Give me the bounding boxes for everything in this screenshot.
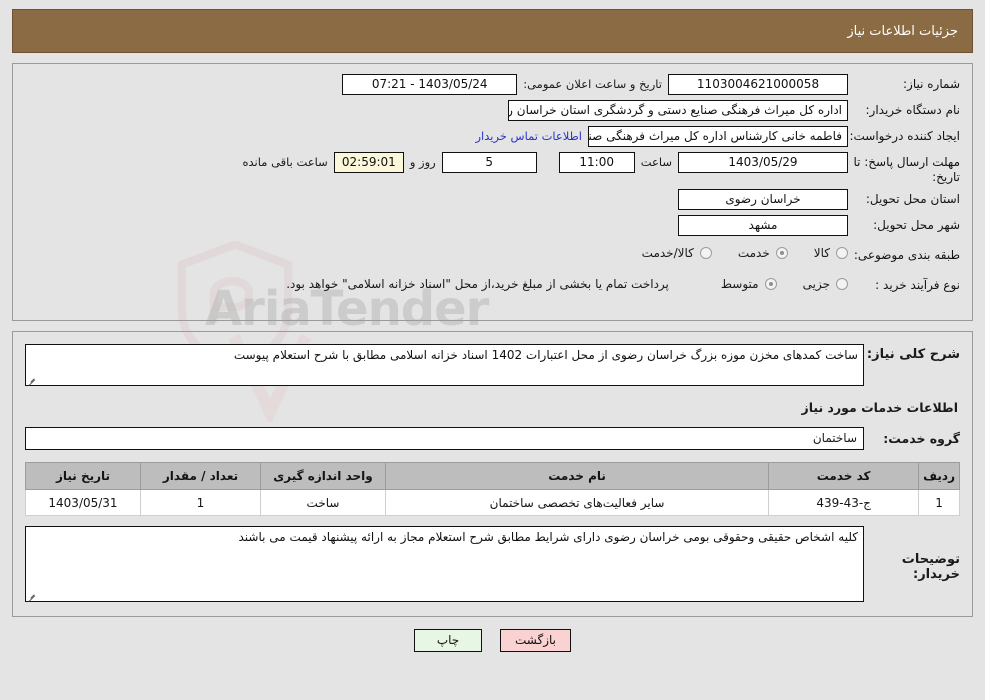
category-option-khedmat-label: خدمت — [737, 246, 770, 260]
category-option-khedmat[interactable]: خدمت — [738, 246, 788, 260]
buyer-org-value: اداره کل میراث فرهنگی صنایع دستی و گردشگ… — [508, 100, 848, 121]
deadline-time-value: 11:00 — [558, 152, 635, 173]
purchase-type-label: نوع فرآیند خرید : — [875, 278, 960, 292]
services-table: ردیف کد خدمت نام خدمت واحد اندازه گیری ت… — [25, 462, 960, 516]
radio-jozi-icon[interactable] — [836, 277, 848, 290]
category-row: طبقه بندی موضوعی: کالا خدمت کالا/خدمت — [25, 245, 960, 267]
need-number-label: شماره نیاز: — [903, 77, 960, 91]
table-row: 1 ج-43-439 سایر فعالیت‌های تخصصی ساختمان… — [25, 489, 960, 516]
buyer-org-row: نام دستگاه خریدار: اداره کل میراث فرهنگی… — [25, 100, 960, 122]
category-radio-group: کالا خدمت کالا/خدمت — [616, 245, 848, 260]
general-desc-label: شرح کلی نیاز: — [866, 347, 960, 362]
buyer-org-label: نام دستگاه خریدار: — [865, 103, 961, 117]
category-option-kala-label: کالا — [813, 246, 830, 260]
buyer-contact-link[interactable]: اطلاعات تماس خریدار — [469, 126, 588, 143]
details-panel: شرح کلی نیاز: ساخت کمدهای مخزن موزه بزرگ… — [12, 331, 973, 617]
province-row: استان محل تحویل: خراسان رضوی — [25, 189, 960, 211]
buyer-notes-value: کلیه اشخاص حقیقی وحقوقی بومی خراسان رضوی… — [25, 526, 864, 602]
th-service-code: کد خدمت — [768, 462, 920, 490]
service-group-row: گروه خدمت: ساختمان — [25, 427, 960, 450]
buyer-notes-row: توضیحات خریدار: کلیه اشخاص حقیقی وحقوقی … — [25, 526, 960, 602]
category-option-kala[interactable]: کالا — [814, 246, 848, 260]
need-number-value: 1103004621000058 — [668, 74, 848, 95]
city-value: مشهد — [678, 215, 848, 236]
purchase-option-motevaset-label: متوسط — [720, 276, 759, 291]
cell-service-code: ج-43-439 — [768, 489, 920, 516]
th-radif: ردیف — [918, 462, 960, 490]
deadline-label: مهلت ارسال پاسخ: تا تاریخ: — [853, 155, 960, 184]
province-label: استان محل تحویل: — [865, 192, 960, 206]
city-row: شهر محل تحویل: مشهد — [25, 215, 960, 237]
general-desc-value: ساخت کمدهای مخزن موزه بزرگ خراسان رضوی ا… — [25, 344, 864, 386]
days-remaining-value: 5 — [441, 152, 537, 173]
buyer-notes-wrap: کلیه اشخاص حقیقی وحقوقی بومی خراسان رضوی… — [25, 526, 864, 602]
cell-quantity: 1 — [140, 489, 261, 516]
footer-actions: بازگشت چاپ — [0, 629, 985, 652]
announce-datetime-value: 1403/05/24 - 07:21 — [342, 74, 518, 95]
deadline-row: مهلت ارسال پاسخ: تا تاریخ: 1403/05/29 سا… — [25, 152, 960, 185]
back-button[interactable]: بازگشت — [500, 629, 571, 652]
th-need-date: تاریخ نیاز — [25, 462, 141, 490]
page-root: جزئیات اطلاعات نیاز شماره نیاز: 11030046… — [0, 9, 985, 652]
buyer-notes-label: توضیحات خریدار: — [901, 552, 960, 582]
radio-kala-icon[interactable] — [836, 247, 848, 259]
th-quantity: تعداد / مقدار — [140, 462, 261, 490]
page-title: جزئیات اطلاعات نیاز — [847, 23, 958, 39]
requester-label: ایجاد کننده درخواست: — [849, 129, 960, 143]
requester-value: فاطمه خانی کارشناس اداره کل میراث فرهنگی… — [588, 126, 848, 147]
category-option-kala-khedmat[interactable]: کالا/خدمت — [642, 246, 712, 260]
services-heading: اطلاعات خدمات مورد نیاز — [801, 400, 959, 415]
purchase-option-jozi[interactable]: جزیی — [803, 277, 848, 291]
cell-unit: ساخت — [260, 489, 386, 516]
radio-khedmat-icon[interactable] — [775, 247, 788, 259]
service-group-label: گروه خدمت: — [883, 431, 960, 446]
general-desc-row: شرح کلی نیاز: ساخت کمدهای مخزن موزه بزرگ… — [25, 344, 960, 386]
radio-kala-khedmat-icon[interactable] — [699, 247, 712, 259]
page-title-bar: جزئیات اطلاعات نیاز — [12, 9, 973, 53]
th-service-name: نام خدمت — [384, 462, 770, 490]
cell-service-name: سایر فعالیت‌های تخصصی ساختمان — [384, 489, 770, 516]
table-header-row: ردیف کد خدمت نام خدمت واحد اندازه گیری ت… — [25, 462, 960, 490]
province-value: خراسان رضوی — [678, 189, 848, 210]
countdown-suffix-label: ساعت باقی مانده — [242, 155, 328, 169]
deadline-hour-label: ساعت — [640, 155, 672, 169]
service-group-value: ساختمان — [25, 427, 864, 450]
countdown-value: 02:59:01 — [333, 152, 404, 173]
cell-radif: 1 — [918, 489, 960, 516]
general-desc-wrap: ساخت کمدهای مخزن موزه بزرگ خراسان رضوی ا… — [25, 344, 864, 386]
summary-panel: شماره نیاز: 1103004621000058 تاریخ و ساع… — [12, 63, 973, 321]
city-label: شهر محل تحویل: — [873, 218, 960, 232]
requester-row: ایجاد کننده درخواست: فاطمه خانی کارشناس … — [25, 126, 960, 148]
days-label: روز و — [409, 155, 436, 169]
purchase-type-radio-group: جزیی متوسط پرداخت تمام یا بخشی از مبلغ خ… — [286, 275, 848, 291]
category-option-kala-khedmat-label: کالا/خدمت — [641, 246, 694, 260]
cell-need-date: 1403/05/31 — [25, 489, 141, 516]
th-unit: واحد اندازه گیری — [260, 462, 386, 490]
print-button[interactable]: چاپ — [414, 629, 482, 652]
purchase-option-jozi-label: جزیی — [802, 276, 830, 291]
announce-datetime-label: تاریخ و ساعت اعلان عمومی: — [523, 77, 662, 91]
radio-motevaset-icon[interactable] — [764, 277, 777, 290]
category-label: طبقه بندی موضوعی: — [853, 248, 960, 262]
deadline-date-value: 1403/05/29 — [678, 152, 848, 173]
purchase-type-row: نوع فرآیند خرید : جزیی متوسط پرداخت تمام… — [25, 275, 960, 297]
purchase-option-motevaset[interactable]: متوسط — [721, 277, 777, 291]
need-number-row: شماره نیاز: 1103004621000058 تاریخ و ساع… — [25, 74, 960, 96]
treasury-note: پرداخت تمام یا بخشی از مبلغ خرید،از محل … — [286, 277, 669, 291]
